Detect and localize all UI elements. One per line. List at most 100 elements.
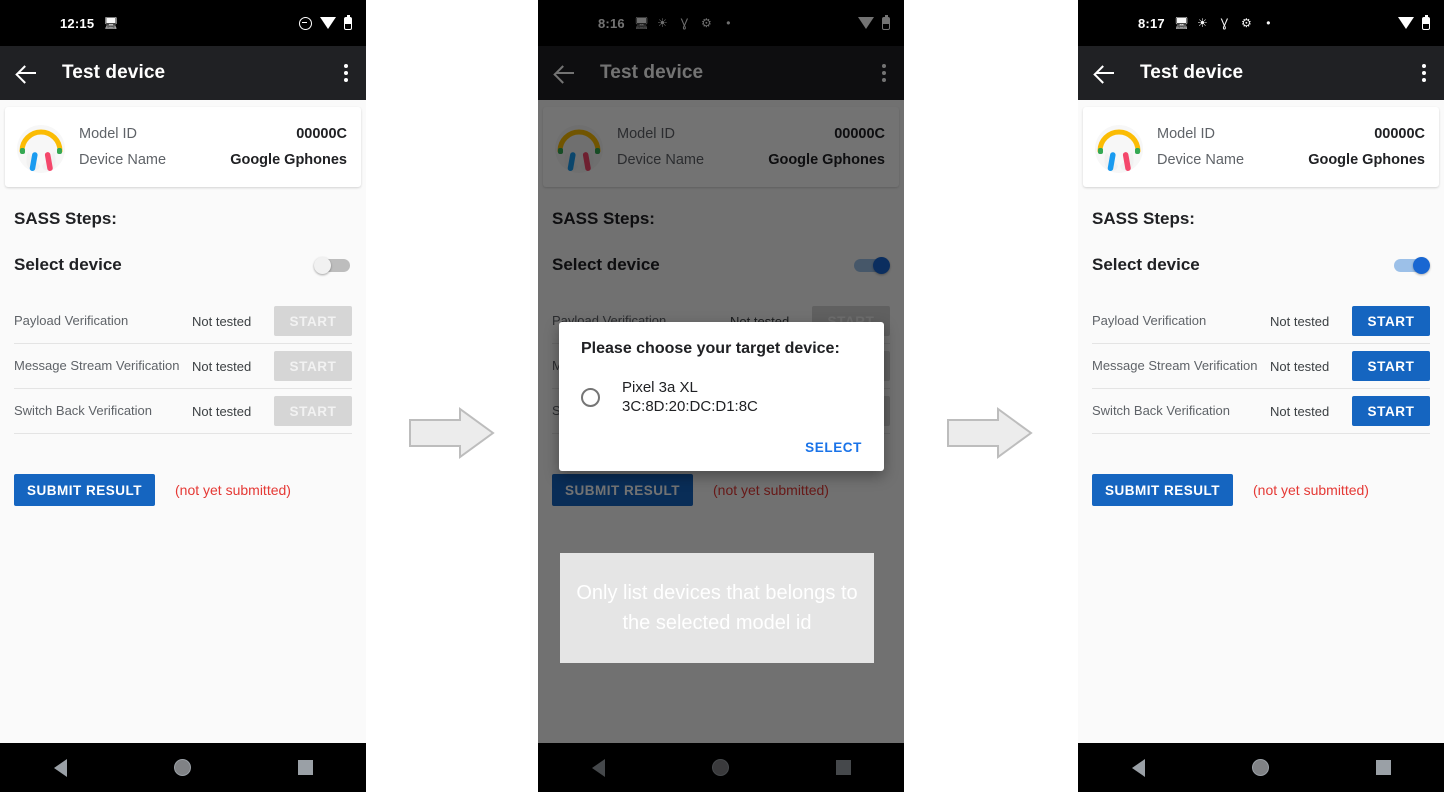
wifi-icon (1398, 17, 1414, 29)
sass-steps-heading: SASS Steps: (14, 209, 117, 228)
submit-result-button[interactable]: SUBMIT RESULT (14, 474, 155, 506)
select-device-label: Select device (1092, 255, 1200, 274)
back-nav-icon[interactable] (53, 758, 67, 777)
cast-icon: 🖥 (103, 15, 119, 30)
back-arrow-icon[interactable] (14, 60, 40, 86)
submit-row: SUBMIT RESULT (not yet submitted) (1092, 474, 1430, 506)
device-option-text: Pixel 3a XL 3C:8D:20:DC:D1:8C (622, 378, 758, 416)
step-name: Payload Verification (1092, 313, 1207, 328)
start-button-payload[interactable]: START (274, 306, 352, 336)
panel-body: SASS Steps: Select device Payload Verifi… (1078, 209, 1444, 506)
start-button-payload[interactable]: START (1352, 306, 1430, 336)
home-nav-icon[interactable] (1251, 759, 1269, 776)
brightness-icon: ☀ (1196, 15, 1208, 30)
start-button-switch-back[interactable]: START (1352, 396, 1430, 426)
status-bar: 8:17 🖥 ☀ Ɣ ⚙ • (1078, 0, 1444, 46)
headphones-icon (1095, 125, 1143, 173)
start-button-message-stream[interactable]: START (274, 351, 352, 381)
bluetooth-share-icon: Ɣ (1220, 15, 1229, 30)
step-name: Message Stream Verification (1092, 358, 1258, 373)
home-nav-icon[interactable] (173, 759, 191, 776)
device-option-row[interactable]: Pixel 3a XL 3C:8D:20:DC:D1:8C (581, 378, 862, 416)
headphones-icon (17, 125, 65, 173)
step-name: Switch Back Verification (1092, 403, 1231, 418)
model-id-value: 00000C (1374, 126, 1425, 142)
annotation-note-text: Only list devices that belongs to the se… (576, 582, 858, 634)
status-left-group: 12:15 🖥 (60, 15, 119, 31)
wifi-icon (320, 17, 336, 29)
battery-icon (1422, 14, 1430, 30)
select-device-toggle[interactable] (314, 257, 352, 274)
device-option-address: 3C:8D:20:DC:D1:8C (622, 398, 758, 415)
status-left-group: 8:17 🖥 ☀ Ɣ ⚙ • (1138, 16, 1275, 31)
dnd-icon (299, 16, 312, 30)
start-button-message-stream[interactable]: START (1352, 351, 1430, 381)
battery-icon (344, 14, 352, 30)
step-status: Not tested (192, 358, 252, 374)
radio-button-icon[interactable] (581, 387, 600, 407)
model-id-label: Model ID (79, 126, 138, 142)
back-nav-icon[interactable] (1131, 758, 1145, 777)
table-row: Message Stream Verification Not tested S… (14, 344, 352, 389)
dialog-select-button[interactable]: SELECT (805, 440, 862, 455)
navigation-bar (0, 743, 366, 792)
table-row: Message Stream Verification Not tested S… (1092, 344, 1430, 389)
recents-nav-icon[interactable] (297, 760, 313, 775)
model-id-value: 00000C (296, 126, 347, 142)
steps-list: Payload Verification Not tested START Me… (14, 299, 352, 434)
table-row: Switch Back Verification Not tested STAR… (14, 389, 352, 434)
table-row: Switch Back Verification Not tested STAR… (1092, 389, 1430, 434)
dot-icon: • (1266, 15, 1271, 30)
flow-arrow-2 (947, 407, 1033, 459)
select-device-label: Select device (14, 255, 122, 274)
overflow-menu-icon[interactable] (1422, 61, 1426, 85)
step-name: Payload Verification (14, 313, 129, 328)
start-button-switch-back[interactable]: START (274, 396, 352, 426)
page-title: Test device (62, 62, 166, 83)
page-title: Test device (1140, 62, 1244, 83)
status-time: 12:15 (60, 15, 95, 31)
submit-status-text: (not yet submitted) (1253, 482, 1369, 498)
recents-nav-icon[interactable] (1375, 760, 1391, 775)
app-bar: Test device (0, 46, 366, 100)
cast-icon: 🖥 (1173, 15, 1190, 30)
annotation-note: Only list devices that belongs to the se… (560, 553, 874, 663)
back-arrow-icon[interactable] (1092, 60, 1118, 86)
app-bar: Test device (1078, 46, 1444, 100)
status-right-group (1398, 0, 1430, 46)
step-status: Not tested (192, 403, 252, 419)
device-row: Model ID 00000C (79, 121, 347, 147)
device-row: Model ID 00000C (1157, 121, 1425, 147)
gear-icon: ⚙ (1240, 15, 1252, 30)
device-name-label: Device Name (1157, 152, 1245, 168)
screenshot-stage: 12:15 🖥 Test device Model ID 00000C Devi… (0, 0, 1444, 792)
device-name-label: Device Name (79, 152, 167, 168)
table-row: Payload Verification Not tested START (14, 299, 352, 344)
status-bar: 12:15 🖥 (0, 0, 366, 46)
status-time: 8:17 (1138, 15, 1165, 31)
panel-body: SASS Steps: Select device Payload Verifi… (0, 209, 366, 506)
table-row: Payload Verification Not tested START (1092, 299, 1430, 344)
step-name: Message Stream Verification (14, 358, 180, 373)
device-info-card: Model ID 00000C Device Name Google Gphon… (5, 107, 361, 187)
select-device-row: Select device (14, 251, 352, 279)
step-status: Not tested (192, 313, 252, 329)
select-device-row: Select device (1092, 251, 1430, 279)
step-status: Not tested (1270, 403, 1330, 419)
overflow-menu-icon[interactable] (344, 61, 348, 85)
phone-screen-2: 8:16 🖥 ☀ Ɣ ⚙ • Test device (538, 0, 904, 792)
dialog-actions: SELECT (581, 440, 862, 461)
submit-row: SUBMIT RESULT (not yet submitted) (14, 474, 352, 506)
device-row: Device Name Google Gphones (1157, 147, 1425, 173)
flow-arrow-1 (409, 407, 495, 459)
submit-status-text: (not yet submitted) (175, 482, 291, 498)
step-status: Not tested (1270, 358, 1330, 374)
select-device-toggle[interactable] (1392, 257, 1430, 274)
device-fields: Model ID 00000C Device Name Google Gphon… (79, 121, 347, 173)
navigation-bar (1078, 743, 1444, 792)
device-name-value: Google Gphones (230, 152, 347, 168)
steps-list: Payload Verification Not tested START Me… (1092, 299, 1430, 434)
step-status: Not tested (1270, 313, 1330, 329)
submit-result-button[interactable]: SUBMIT RESULT (1092, 474, 1233, 506)
dialog-title: Please choose your target device: (581, 340, 840, 357)
